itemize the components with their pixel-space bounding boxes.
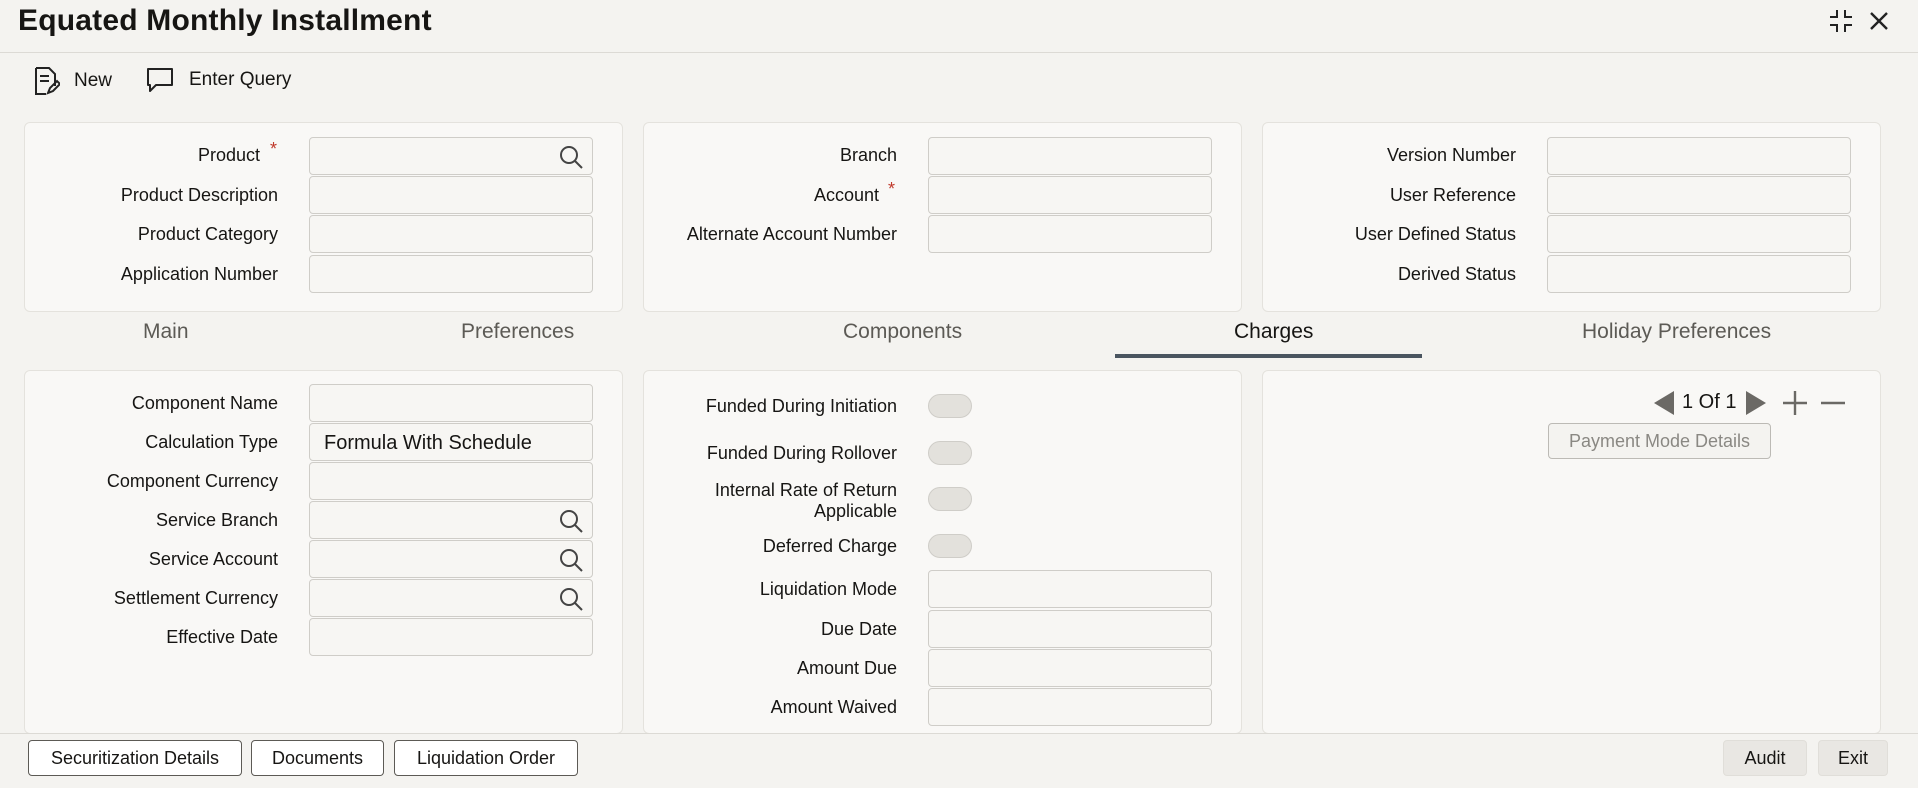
irr-applicable-toggle[interactable] [928,487,972,511]
product-description-label: Product Description [120,185,278,205]
amount-waived-field[interactable] [928,688,1212,726]
enter-query-button[interactable]: Enter Query [145,66,291,94]
amount-waived-label: Amount Waived [770,697,897,717]
previous-record-icon[interactable] [1652,389,1676,422]
application-number-field[interactable] [309,255,593,293]
search-icon[interactable] [558,547,584,573]
tab-holiday-preferences[interactable]: Holiday Preferences [1582,320,1771,344]
service-branch-field[interactable] [309,501,593,539]
amount-due-field[interactable] [928,649,1212,687]
user-defined-status-label: User Defined Status [1354,224,1516,244]
calculation-type-field[interactable]: Formula With Schedule [309,423,593,461]
pagination-text: 1 Of 1 [1682,391,1737,413]
search-icon[interactable] [558,144,584,170]
add-row-icon[interactable] [1780,388,1810,423]
chat-bubble-icon [145,66,175,94]
exit-button[interactable]: Exit [1818,740,1888,776]
user-reference-label: User Reference [1389,185,1516,205]
funded-during-initiation-label: Funded During Initiation [705,396,897,416]
enter-query-label: Enter Query [189,69,292,90]
effective-date-label: Effective Date [166,627,278,647]
service-account-field[interactable] [309,540,593,578]
new-button[interactable]: New [32,66,112,96]
user-defined-status-field[interactable] [1547,215,1851,253]
product-label: Product [197,145,260,165]
branch-field[interactable] [928,137,1212,175]
settlement-currency-field[interactable] [309,579,593,617]
payment-mode-details-button[interactable]: Payment Mode Details [1548,423,1771,459]
funded-during-rollover-label: Funded During Rollover [706,443,897,463]
due-date-label: Due Date [820,619,897,639]
version-number-field[interactable] [1547,137,1851,175]
tab-charges[interactable]: Charges [1234,320,1313,344]
product-field[interactable] [309,137,593,175]
liquidation-order-button[interactable]: Liquidation Order [394,740,578,776]
tab-main[interactable]: Main [143,320,189,344]
funded-during-rollover-toggle[interactable] [928,441,972,465]
irr-applicable-label-line2: Applicable [813,501,897,521]
account-label: Account [813,185,879,205]
new-label: New [74,70,113,91]
alternate-account-field[interactable] [928,215,1212,253]
component-name-label: Component Name [131,393,278,413]
branch-label: Branch [839,145,897,165]
page-title: Equated Monthly Installment [18,4,432,37]
component-name-field[interactable] [309,384,593,422]
product-category-label: Product Category [137,224,278,244]
tab-preferences[interactable]: Preferences [461,320,574,344]
user-reference-field[interactable] [1547,176,1851,214]
liquidation-mode-field[interactable] [928,570,1212,608]
calculation-type-value: Formula With Schedule [324,432,532,454]
deferred-charge-toggle[interactable] [928,534,972,558]
amount-due-label: Amount Due [796,658,897,678]
alternate-account-label: Alternate Account Number [686,224,897,244]
footer-divider [0,733,1918,734]
search-icon[interactable] [558,586,584,612]
derived-status-field[interactable] [1547,255,1851,293]
account-field[interactable] [928,176,1212,214]
required-mark: * [270,139,278,159]
remove-row-icon[interactable] [1818,388,1848,423]
settlement-currency-label: Settlement Currency [113,588,278,608]
product-description-field[interactable] [309,176,593,214]
component-currency-field[interactable] [309,462,593,500]
irr-applicable-label-line1: Internal Rate of Return [714,480,897,500]
required-mark: * [888,179,896,199]
close-icon[interactable] [1864,6,1894,43]
active-tab-indicator [1115,354,1422,358]
liquidation-mode-label: Liquidation Mode [759,579,897,599]
effective-date-field[interactable] [309,618,593,656]
collapse-icon[interactable] [1826,6,1856,43]
documents-button[interactable]: Documents [251,740,384,776]
next-record-icon[interactable] [1744,389,1768,422]
service-branch-label: Service Branch [155,510,278,530]
application-number-label: Application Number [120,264,278,284]
securitization-details-button[interactable]: Securitization Details [28,740,242,776]
version-number-label: Version Number [1386,145,1516,165]
derived-status-label: Derived Status [1397,264,1516,284]
new-document-icon [32,66,60,96]
audit-button[interactable]: Audit [1723,740,1807,776]
component-currency-label: Component Currency [106,471,278,491]
tab-components[interactable]: Components [843,320,962,344]
product-category-field[interactable] [309,215,593,253]
deferred-charge-label: Deferred Charge [762,536,897,556]
title-divider [0,52,1918,53]
search-icon[interactable] [558,508,584,534]
funded-during-initiation-toggle[interactable] [928,394,972,418]
service-account-label: Service Account [148,549,278,569]
due-date-field[interactable] [928,610,1212,648]
calculation-type-label: Calculation Type [145,432,278,452]
